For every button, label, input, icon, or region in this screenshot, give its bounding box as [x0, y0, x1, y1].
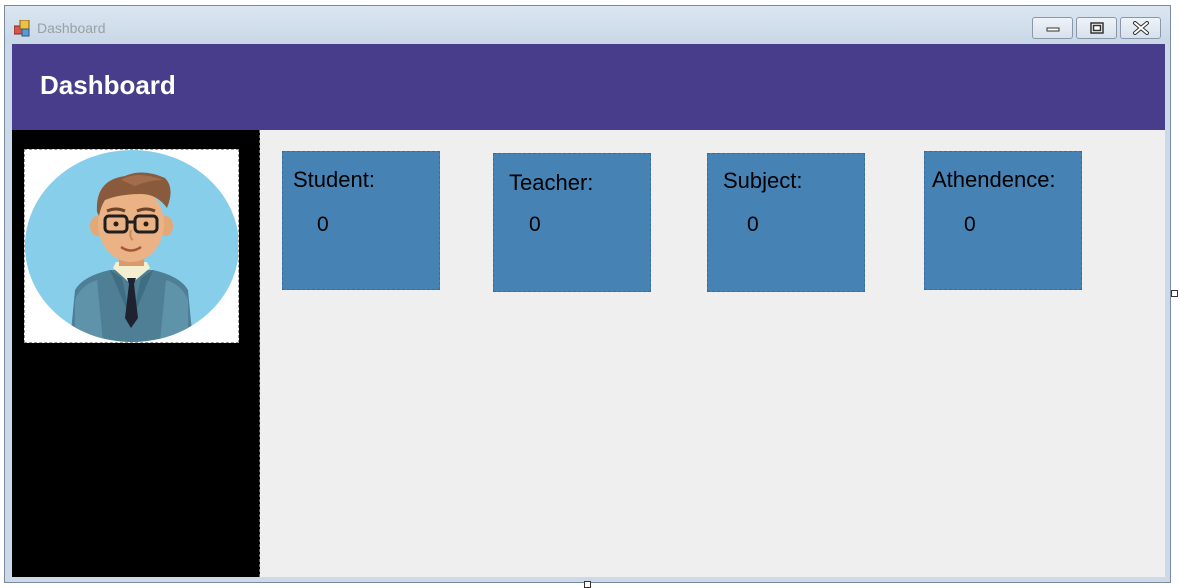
maximize-button[interactable]	[1076, 17, 1117, 39]
title-bar[interactable]: Dashboard	[5, 6, 1170, 44]
subject-card[interactable]: Subject: 0	[707, 153, 865, 292]
avatar[interactable]	[24, 149, 239, 343]
window-title: Dashboard	[37, 20, 106, 36]
close-icon	[1132, 21, 1149, 35]
user-avatar-illustration	[25, 150, 238, 342]
student-count: 0	[317, 213, 329, 236]
attendance-card[interactable]: Athendence: 0	[924, 151, 1082, 290]
teacher-count: 0	[529, 213, 541, 236]
header-panel: Dashboard	[12, 44, 1165, 130]
page-title: Dashboard	[40, 70, 176, 100]
teacher-label: Teacher:	[509, 170, 594, 195]
sidebar-panel	[12, 130, 260, 577]
minimize-button[interactable]	[1032, 17, 1073, 39]
attendance-label: Athendence:	[932, 167, 1056, 192]
subject-count: 0	[747, 213, 759, 236]
student-label: Student:	[293, 167, 375, 192]
app-window: Dashboard Dashboard Student: 0 Teacher: …	[4, 5, 1171, 583]
minimize-icon	[1046, 27, 1059, 32]
teacher-card[interactable]: Teacher: 0	[493, 153, 651, 292]
client-area: Dashboard Student: 0 Teacher: 0 Subject:…	[12, 44, 1165, 577]
subject-label: Subject:	[723, 168, 803, 193]
maximize-icon	[1089, 22, 1104, 34]
attendance-count: 0	[964, 213, 976, 236]
app-icon	[14, 20, 30, 37]
resize-grip-right[interactable]	[1171, 290, 1178, 297]
close-button[interactable]	[1120, 17, 1161, 39]
student-card[interactable]: Student: 0	[282, 151, 440, 290]
